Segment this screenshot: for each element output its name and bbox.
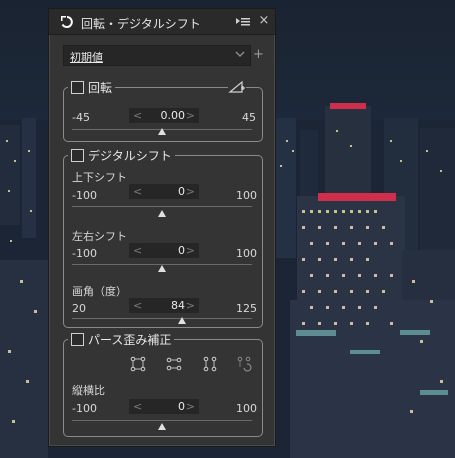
decrement-arrow-icon[interactable]: < [133, 185, 142, 198]
vertical-shift-min: -100 [72, 189, 97, 202]
aspect-ratio-min: -100 [72, 402, 97, 415]
preset-value: 初期値 [70, 51, 103, 64]
rotation-group: 回転 -45 < 0.00 > 45 [63, 80, 263, 142]
vertical-shift-value: 0 [178, 185, 185, 198]
aspect-ratio-value: 0 [178, 400, 185, 413]
view-angle-label: 画角（度） [72, 285, 127, 298]
rotation-value: 0.00 [160, 109, 186, 122]
decrement-arrow-icon[interactable]: < [133, 244, 142, 257]
decrement-arrow-icon[interactable]: < [133, 400, 142, 413]
decrement-arrow-icon[interactable]: < [133, 299, 142, 312]
view-angle-min: 20 [72, 302, 86, 315]
vertical-shift-slider-thumb[interactable] [158, 210, 166, 217]
view-angle-max: 125 [236, 302, 257, 315]
increment-arrow-icon[interactable]: > [186, 244, 195, 257]
vertical-shift-max: 100 [236, 189, 257, 202]
rotation-checkbox[interactable] [71, 80, 84, 94]
view-angle-spinbox[interactable]: < 84 > [129, 298, 199, 313]
horizontal-shift-max: 100 [236, 247, 257, 260]
digital-shift-legend: デジタルシフト [68, 148, 175, 163]
rotation-min: -45 [72, 111, 90, 124]
view-angle-slider-thumb[interactable] [177, 317, 186, 324]
chevron-down-icon [235, 51, 245, 58]
horizontal-shift-value: 0 [178, 244, 185, 257]
decrement-arrow-icon[interactable]: < [133, 109, 142, 122]
perspective-horizontal-icon[interactable] [166, 356, 182, 372]
increment-arrow-icon[interactable]: > [186, 185, 195, 198]
aspect-ratio-label: 縦横比 [72, 384, 105, 397]
rotate-arrow-icon [61, 16, 73, 28]
perspective-reset-icon[interactable] [236, 356, 252, 372]
rotation-legend: 回転 [68, 80, 116, 95]
perspective-legend: パース歪み補正 [68, 332, 175, 347]
rotate-digital-shift-panel: 回転・デジタルシフト × 初期値 + 回転 -45 < 0.00 > 45 デジ… [48, 8, 276, 447]
perspective-checkbox[interactable] [71, 332, 84, 346]
horizontal-shift-label: 左右シフト [72, 230, 127, 243]
add-preset-button[interactable]: + [253, 47, 264, 62]
rotation-spinbox[interactable]: < 0.00 > [129, 108, 199, 123]
close-icon[interactable]: × [257, 14, 271, 28]
increment-arrow-icon[interactable]: > [186, 400, 195, 413]
preset-dropdown[interactable]: 初期値 [63, 45, 251, 66]
vertical-shift-spinbox[interactable]: < 0 > [129, 184, 199, 199]
aspect-ratio-max: 100 [236, 402, 257, 415]
horizontal-shift-spinbox[interactable]: < 0 > [129, 243, 199, 258]
aspect-ratio-slider-track[interactable] [72, 420, 252, 421]
panel-titlebar[interactable]: 回転・デジタルシフト × [49, 9, 275, 35]
increment-arrow-icon[interactable]: > [186, 109, 195, 122]
digital-shift-checkbox[interactable] [71, 148, 84, 162]
perspective-title: パース歪み補正 [88, 332, 172, 347]
horizontal-shift-slider-thumb[interactable] [158, 265, 166, 272]
perspective-group: パース歪み補正 縦横比 -100 < 0 > 100 [63, 332, 263, 437]
horizontal-shift-min: -100 [72, 247, 97, 260]
view-angle-value: 84 [171, 299, 185, 312]
vertical-shift-slider-track[interactable] [72, 206, 252, 207]
aspect-ratio-slider-thumb[interactable] [158, 423, 166, 430]
perspective-vertical-icon[interactable] [202, 356, 218, 372]
rotation-slider-thumb[interactable] [158, 128, 166, 135]
aspect-ratio-spinbox[interactable]: < 0 > [129, 399, 199, 414]
rotation-title: 回転 [88, 80, 113, 95]
angle-ruler-icon[interactable] [228, 80, 246, 94]
digital-shift-title: デジタルシフト [88, 148, 172, 163]
view-angle-slider-track[interactable] [72, 318, 252, 319]
rotation-max: 45 [242, 111, 256, 124]
panel-title: 回転・デジタルシフト [81, 17, 201, 31]
panel-menu-icon[interactable] [235, 15, 251, 29]
perspective-4point-icon[interactable] [130, 356, 146, 372]
increment-arrow-icon[interactable]: > [186, 299, 195, 312]
vertical-shift-label: 上下シフト [72, 171, 127, 184]
digital-shift-group: デジタルシフト 上下シフト -100 < 0 > 100 左右シフト -100 … [63, 148, 263, 328]
